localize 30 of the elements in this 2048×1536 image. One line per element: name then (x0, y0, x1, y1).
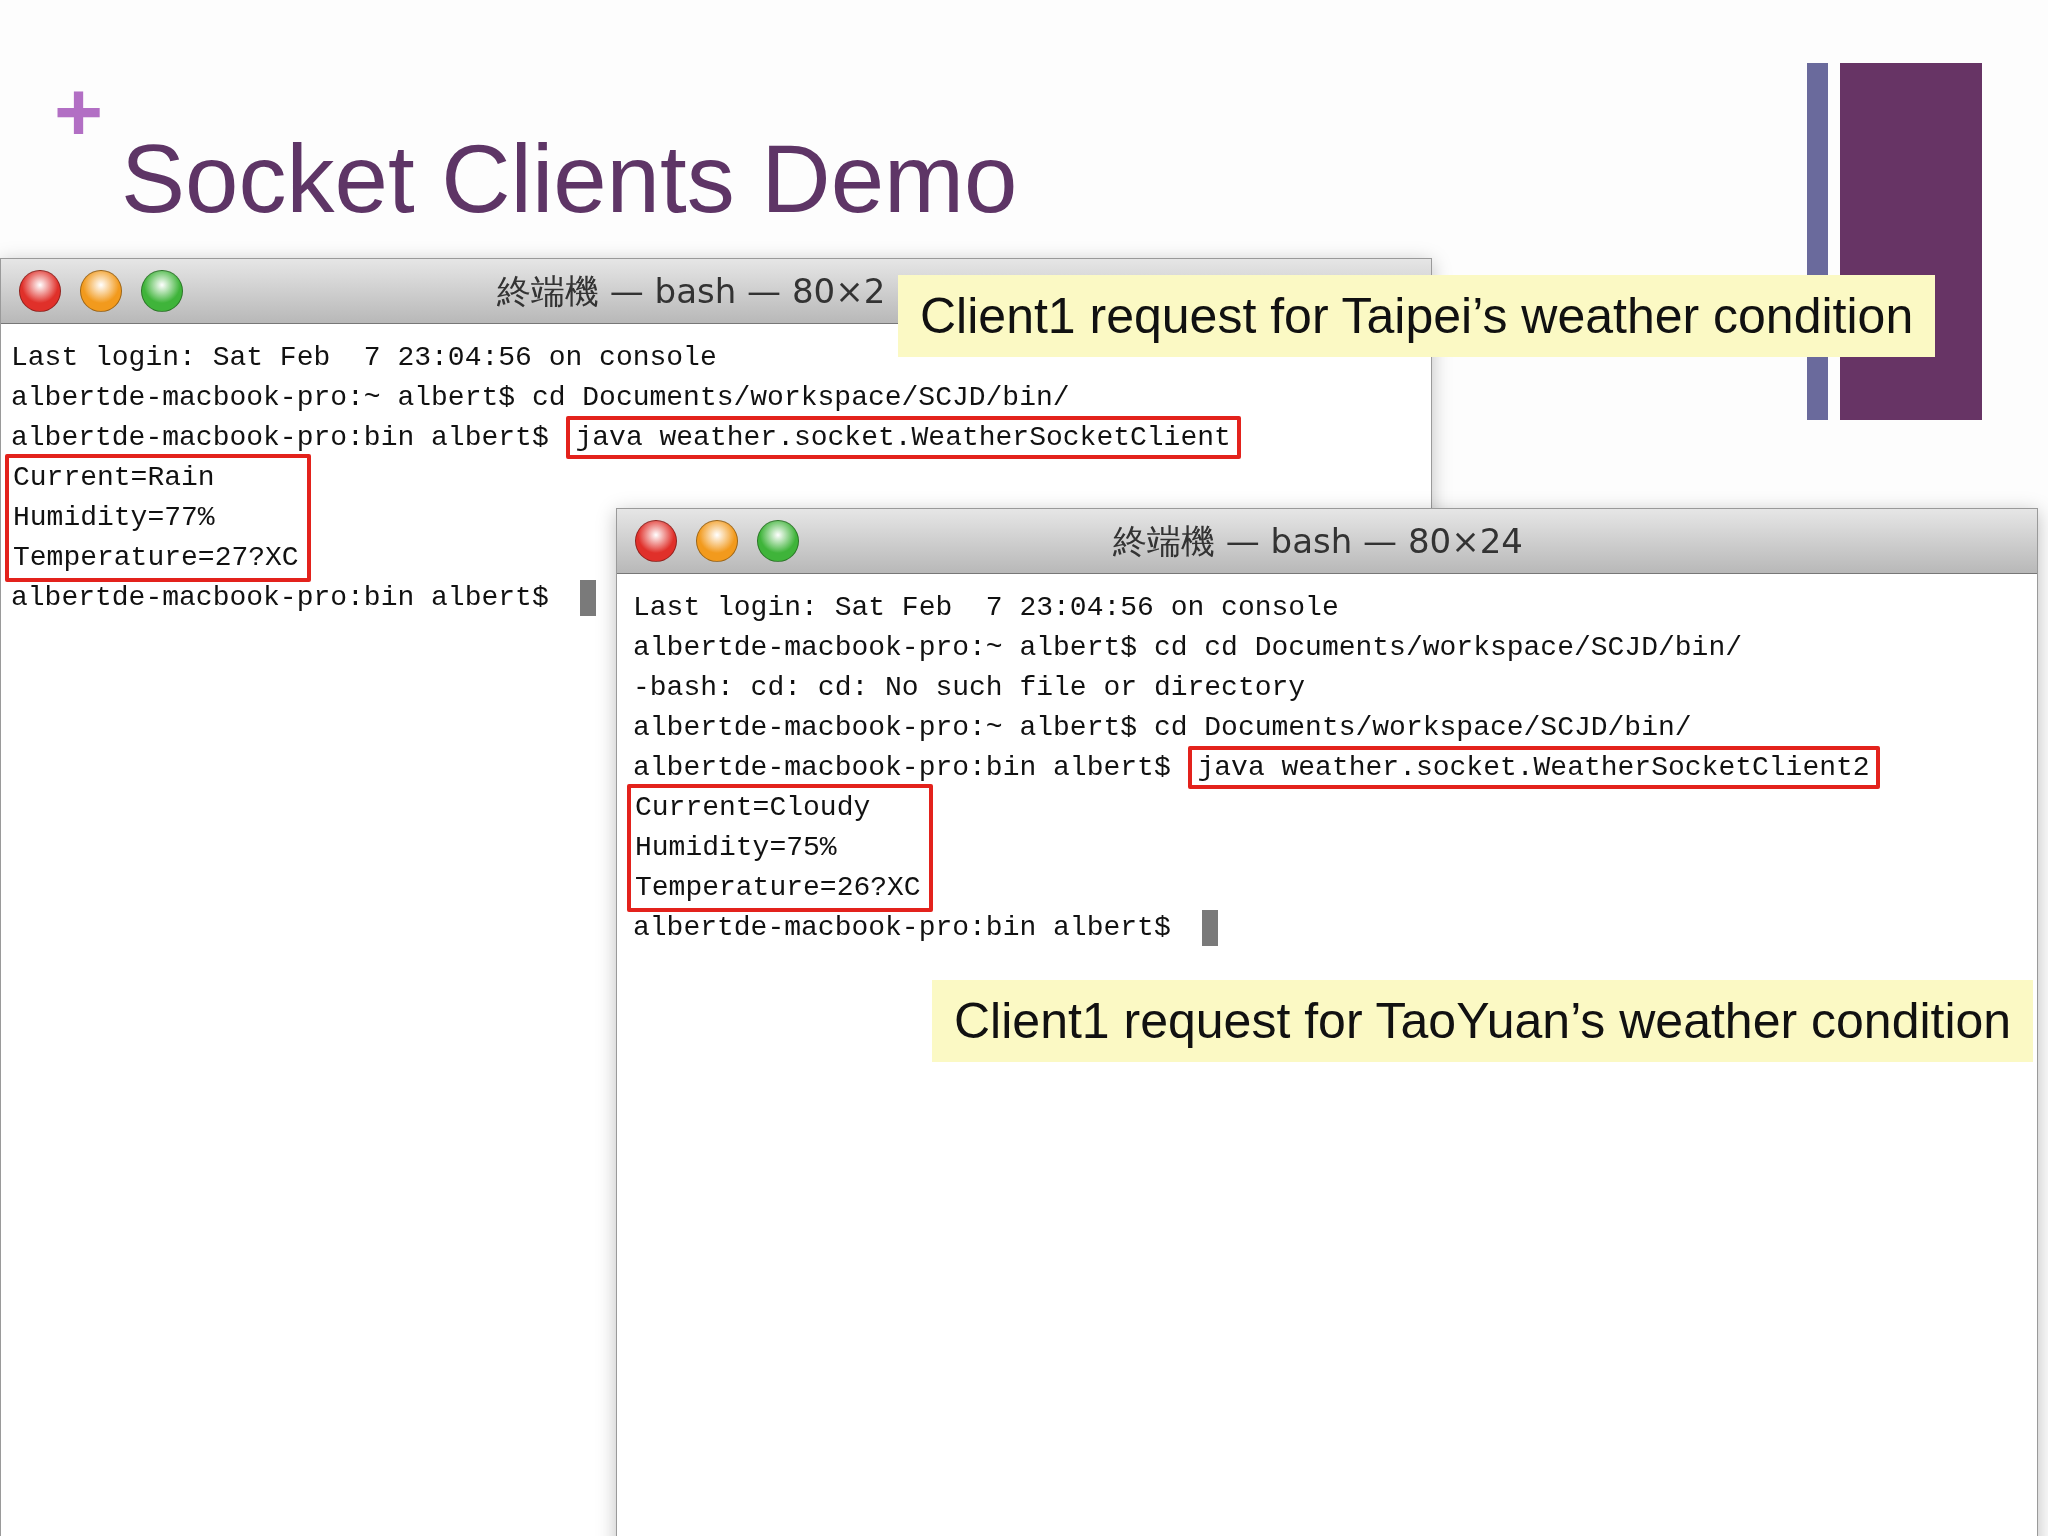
callout-label: Client1 request for Taipei’s weather condition (898, 275, 1936, 357)
window-title: 終端機 — bash — 80×2 (497, 270, 886, 313)
terminal-line: albertde-macbook-pro:~ albert$ cd Documents/workspace/SCJD/bin/ (633, 712, 1692, 743)
output-line: Temperature=27?XC (13, 542, 299, 573)
output-line: Current=Cloudy (635, 792, 871, 823)
minimize-button[interactable] (80, 270, 122, 312)
terminal-line: albertde-macbook-pro:~ albert$ cd cd Documents/workspace/SCJD/bin/ (633, 632, 1742, 663)
terminal-line: Last login: Sat Feb 7 23:04:56 on console (11, 342, 717, 373)
terminal-line: albertde-macbook-pro:~ albert$ cd Documents/workspace/SCJD/bin/ (11, 382, 1070, 413)
shell-prompt: albertde-macbook-pro:bin albert$ (11, 582, 549, 613)
shell-prompt: albertde-macbook-pro:bin albert$ (633, 912, 1171, 943)
terminal-line: Last login: Sat Feb 7 23:04:56 on console (633, 592, 1339, 623)
zoom-button[interactable] (757, 520, 799, 562)
callout-label: Client1 request for TaoYuan’s weather condition (932, 980, 2034, 1062)
output-line: Humidity=77% (13, 502, 215, 533)
terminal-line: -bash: cd: cd: No such file or directory (633, 672, 1306, 703)
command-text: java weather.socket.WeatherSocketClient (565, 416, 1241, 459)
output-line: Temperature=26?XC (635, 872, 921, 903)
window-title: 終端機 — bash — 80×24 (1113, 520, 1523, 563)
close-button[interactable] (19, 270, 61, 312)
command-text: java weather.socket.WeatherSocketClient2 (1187, 746, 1880, 789)
minimize-button[interactable] (696, 520, 738, 562)
slide-title: Socket Clients Demo (121, 124, 1018, 234)
plus-marker: + (54, 82, 104, 142)
shell-prompt: albertde-macbook-pro:bin albert$ (633, 752, 1171, 783)
output-line: Current=Rain (13, 462, 215, 493)
close-button[interactable] (635, 520, 677, 562)
shell-prompt: albertde-macbook-pro:bin albert$ (11, 422, 549, 453)
output-line: Humidity=75% (635, 832, 837, 863)
zoom-button[interactable] (141, 270, 183, 312)
